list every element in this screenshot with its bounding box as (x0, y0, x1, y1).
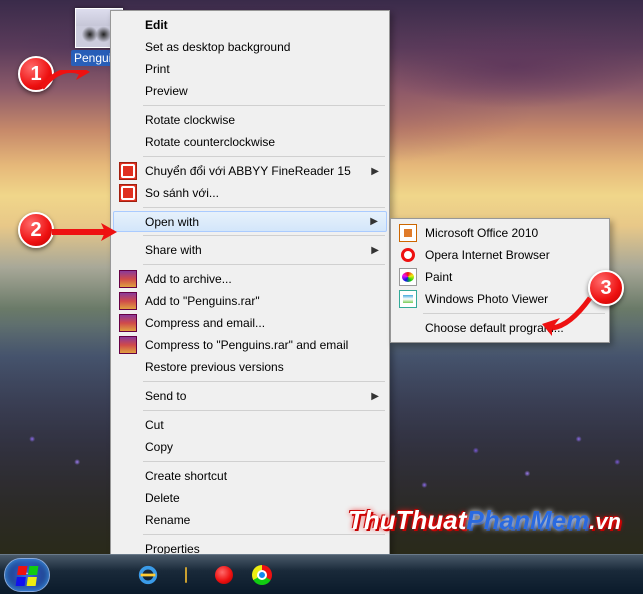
menu-compress-email[interactable]: Compress and email... (113, 312, 387, 334)
menu-restore[interactable]: Restore previous versions (113, 356, 387, 378)
menu-abbyy-label: Chuyển đổi với ABBYY FineReader 15 (145, 164, 351, 178)
menu-restore-label: Restore previous versions (145, 360, 284, 374)
submenu-arrow-icon: ▶ (371, 245, 379, 256)
folder-icon (185, 568, 187, 582)
menu-separator (143, 381, 385, 382)
winrar-icon (119, 314, 137, 332)
menu-preview[interactable]: Preview (113, 80, 387, 102)
menu-compare-label: So sánh với... (145, 186, 219, 200)
abbyy-icon (119, 184, 137, 202)
submenu-opera[interactable]: Opera Internet Browser (393, 244, 607, 266)
menu-edit[interactable]: Edit (113, 14, 387, 36)
watermark-part-b: PhanMem (466, 505, 589, 535)
menu-rotate-cw[interactable]: Rotate clockwise (113, 109, 387, 131)
menu-create-shortcut-label: Create shortcut (145, 469, 227, 483)
photo-viewer-icon (399, 290, 417, 308)
annotation-arrow-3 (540, 296, 600, 336)
taskbar-opera[interactable] (208, 561, 240, 589)
menu-cut-label: Cut (145, 418, 164, 432)
menu-print-label: Print (145, 62, 170, 76)
opera-icon (401, 248, 415, 262)
annotation-callout-2: 2 (18, 212, 54, 248)
taskbar-app-2[interactable] (94, 561, 126, 589)
menu-separator (143, 156, 385, 157)
submenu-arrow-icon: ▶ (370, 216, 378, 227)
menu-add-rar[interactable]: Add to "Penguins.rar" (113, 290, 387, 312)
menu-cut[interactable]: Cut (113, 414, 387, 436)
annotation-arrow-1 (40, 70, 90, 90)
ms-office-icon (399, 224, 417, 242)
taskbar-app-1[interactable] (56, 561, 88, 589)
menu-compare[interactable]: So sánh với... (113, 182, 387, 204)
menu-add-archive-label: Add to archive... (145, 272, 232, 286)
menu-send-to-label: Send to (145, 389, 186, 403)
menu-copy[interactable]: Copy (113, 436, 387, 458)
submenu-mso[interactable]: Microsoft Office 2010 (393, 222, 607, 244)
menu-rename-label: Rename (145, 513, 190, 527)
submenu-arrow-icon: ▶ (371, 166, 379, 177)
menu-set-background[interactable]: Set as desktop background (113, 36, 387, 58)
callout-2-label: 2 (30, 219, 41, 242)
chrome-icon (252, 565, 272, 585)
menu-abbyy[interactable]: Chuyển đổi với ABBYY FineReader 15 ▶ (113, 160, 387, 182)
menu-print[interactable]: Print (113, 58, 387, 80)
menu-edit-label: Edit (145, 18, 168, 32)
menu-separator (143, 410, 385, 411)
menu-share-with[interactable]: Share with ▶ (113, 239, 387, 261)
submenu-opera-label: Opera Internet Browser (425, 248, 550, 262)
menu-send-to[interactable]: Send to ▶ (113, 385, 387, 407)
menu-separator (143, 235, 385, 236)
submenu-paint-label: Paint (425, 270, 452, 284)
menu-separator (143, 461, 385, 462)
paint-icon (399, 268, 417, 286)
menu-compress-rar-email[interactable]: Compress to "Penguins.rar" and email (113, 334, 387, 356)
watermark-part-c: .vn (589, 509, 621, 534)
menu-separator (143, 105, 385, 106)
callout-3-label: 3 (600, 277, 611, 300)
menu-rotate-cw-label: Rotate clockwise (145, 113, 235, 127)
menu-create-shortcut[interactable]: Create shortcut (113, 465, 387, 487)
menu-set-background-label: Set as desktop background (145, 40, 290, 54)
menu-delete-label: Delete (145, 491, 180, 505)
context-menu: Edit Set as desktop background Print Pre… (110, 10, 390, 564)
menu-share-with-label: Share with (145, 243, 202, 257)
menu-compress-rar-email-label: Compress to "Penguins.rar" and email (145, 338, 348, 352)
submenu-mso-label: Microsoft Office 2010 (425, 226, 538, 240)
opera-icon (215, 566, 233, 584)
menu-rotate-ccw[interactable]: Rotate counterclockwise (113, 131, 387, 153)
menu-compress-email-label: Compress and email... (145, 316, 265, 330)
winrar-icon (119, 336, 137, 354)
menu-separator (143, 207, 385, 208)
winrar-icon (119, 292, 137, 310)
watermark-part-a: ThuThuat (348, 505, 466, 535)
submenu-paint[interactable]: Paint (393, 266, 607, 288)
menu-rotate-ccw-label: Rotate counterclockwise (145, 135, 275, 149)
winrar-icon (119, 270, 137, 288)
menu-add-archive[interactable]: Add to archive... (113, 268, 387, 290)
submenu-arrow-icon: ▶ (371, 391, 379, 402)
menu-separator (143, 264, 385, 265)
menu-open-with[interactable]: Open with ▶ (113, 211, 387, 232)
taskbar-ie[interactable] (132, 561, 164, 589)
watermark: ThuThuatPhanMem.vn (348, 505, 621, 536)
menu-copy-label: Copy (145, 440, 173, 454)
menu-add-rar-label: Add to "Penguins.rar" (145, 294, 260, 308)
ie-icon (137, 564, 159, 586)
abbyy-icon (119, 162, 137, 180)
annotation-arrow-2 (50, 222, 120, 242)
start-button[interactable] (4, 558, 50, 592)
taskbar-explorer[interactable] (170, 561, 202, 589)
menu-rename[interactable]: Rename (113, 509, 387, 531)
menu-delete[interactable]: Delete (113, 487, 387, 509)
taskbar-chrome[interactable] (246, 561, 278, 589)
menu-open-with-label: Open with (145, 215, 199, 229)
taskbar (0, 554, 643, 594)
submenu-wpv-label: Windows Photo Viewer (425, 292, 548, 306)
menu-preview-label: Preview (145, 84, 188, 98)
